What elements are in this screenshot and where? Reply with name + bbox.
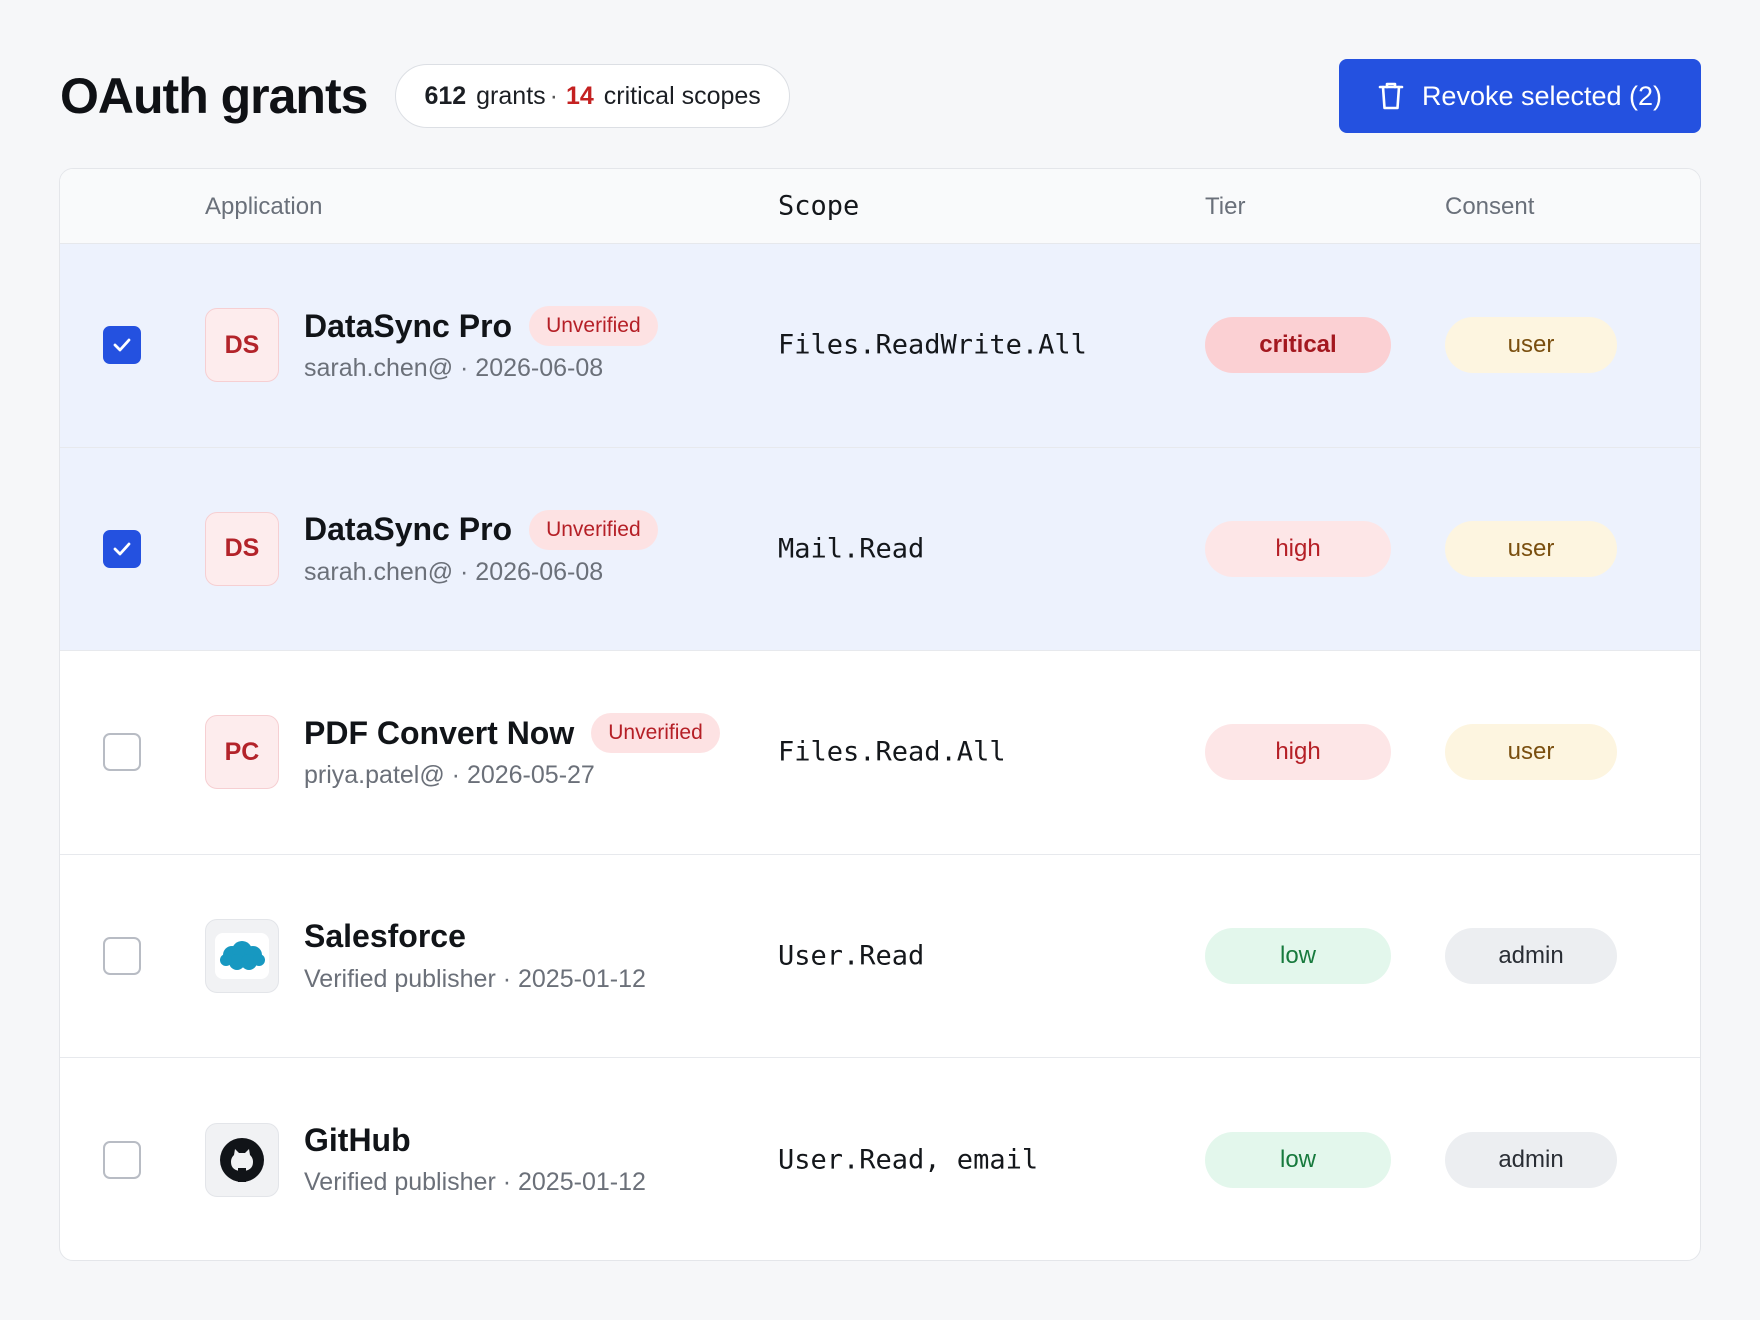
- consent-badge: admin: [1445, 927, 1617, 984]
- row-checkbox[interactable]: [103, 529, 141, 568]
- page-header: OAuth grants 612 grants · 14 critical sc…: [60, 59, 1701, 133]
- tier-badge: low: [1205, 927, 1391, 984]
- table-row[interactable]: DS DataSync Pro Unverified sarah.chen@ ·…: [60, 244, 1700, 448]
- salesforce-cloud-icon: [205, 918, 279, 993]
- consent-badge: user: [1445, 724, 1617, 781]
- table-header: Application Scope Tier Consent: [60, 169, 1700, 244]
- app-name: DataSync Pro: [304, 511, 513, 547]
- app-name: PDF Convert Now: [304, 714, 575, 751]
- row-checkbox[interactable]: [103, 936, 141, 975]
- consent-badge: user: [1445, 317, 1617, 374]
- consent-badge: user: [1445, 520, 1617, 577]
- scope-value: Files.Read.All: [778, 736, 1006, 768]
- unverified-badge: Unverified: [529, 306, 658, 346]
- tier-badge: low: [1205, 1131, 1391, 1188]
- table-row[interactable]: GitHub Verified publisher · 2025-01-12 U…: [60, 1058, 1700, 1260]
- tier-badge: critical: [1205, 317, 1391, 374]
- app-name: DataSync Pro: [304, 307, 513, 344]
- app-meta: sarah.chen@ · 2026-06-08: [304, 354, 604, 382]
- app-info: GitHub Verified publisher · 2025-01-12: [304, 1118, 646, 1197]
- row-checkbox[interactable]: [103, 1140, 141, 1179]
- scope-value: Mail.Read: [778, 533, 925, 565]
- check-icon: [113, 542, 131, 556]
- app-name: GitHub: [304, 1121, 411, 1158]
- grants-label: grants: [476, 81, 546, 110]
- oauth-grants-page: OAuth grants 612 grants · 14 critical sc…: [0, 0, 1760, 1320]
- app-info: PDF Convert Now Unverified priya.patel@ …: [304, 711, 720, 790]
- table-row[interactable]: DS DataSync Pro Unverified sarah.chen@ ·…: [60, 447, 1700, 651]
- column-header-application: Application: [205, 193, 323, 220]
- scope-value: Files.ReadWrite.All: [778, 329, 1087, 361]
- table-row[interactable]: PC PDF Convert Now Unverified priya.pate…: [60, 651, 1700, 855]
- grants-count: 612: [424, 81, 467, 110]
- revoke-selected-label: Revoke selected (2): [1421, 80, 1663, 111]
- app-initials-icon: DS: [205, 511, 279, 586]
- row-checkbox[interactable]: [103, 733, 141, 772]
- check-icon: [113, 338, 131, 352]
- app-meta: Verified publisher · 2025-01-12: [304, 1168, 646, 1196]
- tier-badge: high: [1205, 724, 1391, 781]
- trash-icon: [1378, 81, 1404, 111]
- critical-count: 14: [565, 81, 594, 110]
- grants-summary: 612 grants · 14 critical scopes: [395, 64, 790, 128]
- column-header-consent: Consent: [1445, 193, 1535, 220]
- github-icon: [205, 1122, 279, 1197]
- grants-table: Application Scope Tier Consent DS DataSy…: [59, 168, 1701, 1261]
- revoke-selected-button[interactable]: Revoke selected (2): [1339, 59, 1701, 133]
- app-name: Salesforce: [304, 918, 466, 954]
- app-meta: priya.patel@ · 2026-05-27: [304, 761, 595, 789]
- tier-badge: high: [1205, 520, 1391, 577]
- app-info: DataSync Pro Unverified sarah.chen@ · 20…: [304, 508, 658, 587]
- unverified-badge: Unverified: [529, 509, 658, 550]
- unverified-badge: Unverified: [591, 713, 720, 753]
- critical-label: critical scopes: [603, 81, 761, 110]
- column-header-scope: Scope: [778, 190, 860, 222]
- column-header-tier: Tier: [1205, 193, 1246, 220]
- page-title: OAuth grants: [60, 68, 368, 124]
- scope-value: User.Read: [778, 940, 925, 972]
- app-info: Salesforce Verified publisher · 2025-01-…: [304, 915, 646, 994]
- app-meta: sarah.chen@ · 2026-06-08: [304, 557, 604, 586]
- app-info: DataSync Pro Unverified sarah.chen@ · 20…: [304, 304, 658, 383]
- summary-separator: ·: [549, 81, 558, 110]
- table-row[interactable]: Salesforce Verified publisher · 2025-01-…: [60, 855, 1700, 1058]
- consent-badge: admin: [1445, 1131, 1617, 1188]
- app-initials-icon: PC: [205, 715, 279, 790]
- app-meta: Verified publisher · 2025-01-12: [304, 964, 646, 993]
- row-checkbox[interactable]: [103, 326, 141, 365]
- scope-value: User.Read, email: [778, 1144, 1039, 1176]
- app-initials-icon: DS: [205, 308, 279, 383]
